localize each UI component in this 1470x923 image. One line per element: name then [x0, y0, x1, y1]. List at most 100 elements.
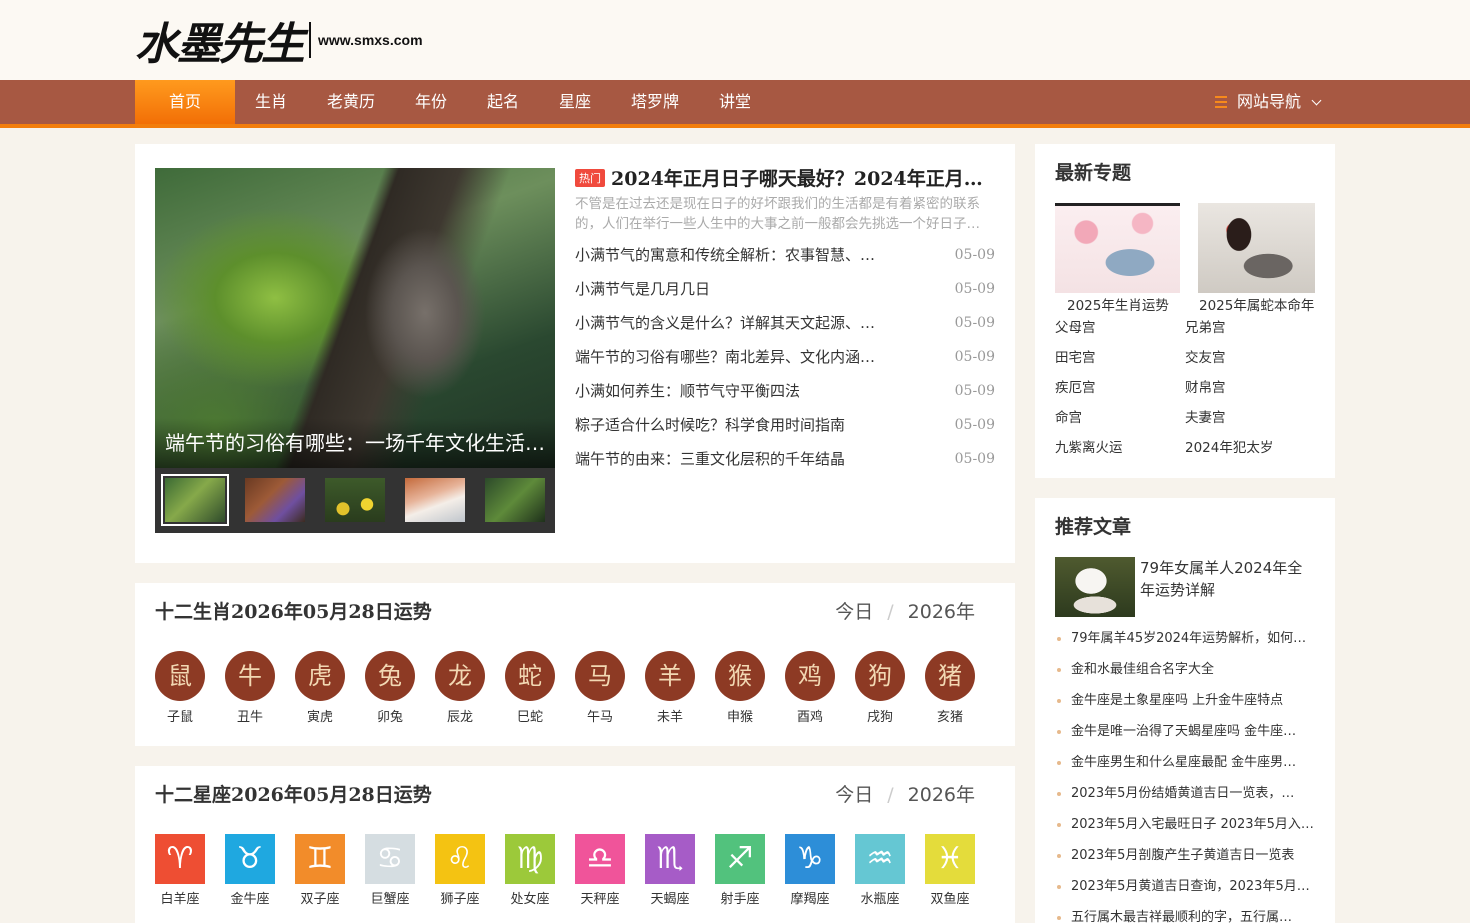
constellation-item[interactable]: ♒ 水瓶座	[855, 834, 905, 907]
zodiac-label[interactable]: 未羊	[645, 706, 695, 725]
list-item[interactable]: 2023年5月剖腹产生子黄道吉日一览表	[1055, 840, 1315, 871]
constellation-label[interactable]: 天秤座	[575, 888, 625, 907]
nav-item-naming[interactable]: 起名	[487, 80, 519, 124]
zodiac-animal-icon[interactable]: 猴	[715, 651, 765, 701]
zodiac-label[interactable]: 子鼠	[155, 706, 205, 725]
list-item[interactable]: 小满节气是几月几日 05-09	[575, 272, 995, 306]
tab-today[interactable]: 今日	[835, 601, 873, 623]
constellation-item[interactable]: ♊ 双子座	[295, 834, 345, 907]
zodiac-item[interactable]: 牛丑牛	[225, 651, 275, 725]
zodiac-item[interactable]: 鼠子鼠	[155, 651, 205, 725]
zodiac-animal-icon[interactable]: 龙	[435, 651, 485, 701]
headline-link[interactable]: 2024年正月日子哪天最好？2024年正月最…	[611, 164, 995, 191]
nav-item-constellation[interactable]: 星座	[559, 80, 591, 124]
zodiac-label[interactable]: 辰龙	[435, 706, 485, 725]
zodiac-label[interactable]: 戌狗	[855, 706, 905, 725]
constellation-label[interactable]: 白羊座	[155, 888, 205, 907]
constellation-item[interactable]: ♈ 白羊座	[155, 834, 205, 907]
news-title[interactable]: 粽子适合什么时候吃？科学食用时间指南	[575, 408, 845, 442]
list-item[interactable]: 端午节的由来：三重文化层积的千年结晶 05-09	[575, 442, 995, 476]
constellation-label[interactable]: 摩羯座	[785, 888, 835, 907]
news-title[interactable]: 端午节的由来：三重文化层积的千年结晶	[575, 442, 845, 476]
topic-caption[interactable]: 2025年生肖运势	[1067, 294, 1169, 314]
zodiac-item[interactable]: 猴申猴	[715, 651, 765, 725]
constellation-label[interactable]: 金牛座	[225, 888, 275, 907]
slide-thumbnail[interactable]	[161, 474, 229, 526]
list-item[interactable]: 小满节气的含义是什么？详解其天文起源、… 05-09	[575, 306, 995, 340]
constellation-label[interactable]: 巨蟹座	[365, 888, 415, 907]
constellation-item[interactable]: ♑ 摩羯座	[785, 834, 835, 907]
constellation-item[interactable]: ♐ 射手座	[715, 834, 765, 907]
list-item[interactable]: 2023年5月黄道吉日查询，2023年5月…	[1055, 871, 1315, 902]
nav-item-almanac[interactable]: 老黄历	[327, 80, 375, 124]
list-item[interactable]: 金和水最佳组合名字大全	[1055, 654, 1315, 685]
list-item[interactable]: 79年属羊45岁2024年运势解析，如何…	[1055, 623, 1315, 654]
topic-link[interactable]: 命宫	[1055, 408, 1185, 438]
site-guide-menu[interactable]: 网站导航	[1214, 80, 1322, 124]
zodiac-item[interactable]: 猪亥猪	[925, 651, 975, 725]
topic-link[interactable]: 田宅宫	[1055, 348, 1185, 378]
constellation-item[interactable]: ♎ 天秤座	[575, 834, 625, 907]
article-thumbnail[interactable]	[1055, 557, 1135, 617]
tab-today[interactable]: 今日	[835, 784, 873, 806]
constellation-item[interactable]: ♌ 狮子座	[435, 834, 485, 907]
topic-link[interactable]: 兄弟宫	[1185, 318, 1315, 348]
constellation-item[interactable]: ♋ 巨蟹座	[365, 834, 415, 907]
topic-link[interactable]: 九紫离火运	[1055, 438, 1185, 468]
zodiac-animal-icon[interactable]: 马	[575, 651, 625, 701]
zodiac-item[interactable]: 兔卯兔	[365, 651, 415, 725]
constellation-item[interactable]: ♏ 天蝎座	[645, 834, 695, 907]
constellation-sign-icon[interactable]: ♑	[785, 834, 835, 884]
constellation-sign-icon[interactable]: ♒	[855, 834, 905, 884]
zodiac-animal-icon[interactable]: 猪	[925, 651, 975, 701]
list-item[interactable]: 粽子适合什么时候吃？科学食用时间指南 05-09	[575, 408, 995, 442]
featured-article[interactable]: 79年女属羊人2024年全年运势详解	[1055, 557, 1315, 617]
zodiac-animal-icon[interactable]: 狗	[855, 651, 905, 701]
constellation-item[interactable]: ♉ 金牛座	[225, 834, 275, 907]
zodiac-item[interactable]: 鸡酉鸡	[785, 651, 835, 725]
list-item[interactable]: 金牛座男生和什么星座最配 金牛座男…	[1055, 747, 1315, 778]
constellation-sign-icon[interactable]: ♍	[505, 834, 555, 884]
topic-link[interactable]: 夫妻宫	[1185, 408, 1315, 438]
zodiac-animal-icon[interactable]: 鸡	[785, 651, 835, 701]
constellation-sign-icon[interactable]: ♎	[575, 834, 625, 884]
constellation-sign-icon[interactable]: ♋	[365, 834, 415, 884]
constellation-label[interactable]: 处女座	[505, 888, 555, 907]
zodiac-label[interactable]: 亥猪	[925, 706, 975, 725]
zodiac-animal-icon[interactable]: 兔	[365, 651, 415, 701]
zodiac-animal-icon[interactable]: 蛇	[505, 651, 555, 701]
constellation-item[interactable]: ♓ 双鱼座	[925, 834, 975, 907]
constellation-item[interactable]: ♍ 处女座	[505, 834, 555, 907]
list-item[interactable]: 小满如何养生：顺节气守平衡四法 05-09	[575, 374, 995, 408]
list-item[interactable]: 五行属木最吉祥最顺利的字，五行属…	[1055, 902, 1315, 923]
slide-thumbnail[interactable]	[325, 478, 385, 522]
list-item[interactable]: 小满节气的寓意和传统全解析：农事智慧、… 05-09	[575, 238, 995, 272]
zodiac-animal-icon[interactable]: 鼠	[155, 651, 205, 701]
nav-item-zodiac[interactable]: 生肖	[255, 80, 287, 124]
news-title[interactable]: 小满节气的寓意和传统全解析：农事智慧、…	[575, 238, 875, 272]
topic-link[interactable]: 疾厄宫	[1055, 378, 1185, 408]
zodiac-label[interactable]: 卯兔	[365, 706, 415, 725]
zodiac-item[interactable]: 虎寅虎	[295, 651, 345, 725]
constellation-sign-icon[interactable]: ♈	[155, 834, 205, 884]
nav-item-year[interactable]: 年份	[415, 80, 447, 124]
constellation-sign-icon[interactable]: ♊	[295, 834, 345, 884]
news-title[interactable]: 小满节气的含义是什么？详解其天文起源、…	[575, 306, 875, 340]
zodiac-animal-icon[interactable]: 牛	[225, 651, 275, 701]
slide-thumbnail[interactable]	[245, 478, 305, 522]
zodiac-animal-icon[interactable]: 羊	[645, 651, 695, 701]
constellation-label[interactable]: 水瓶座	[855, 888, 905, 907]
news-title[interactable]: 小满节气是几月几日	[575, 272, 710, 306]
constellation-sign-icon[interactable]: ♐	[715, 834, 765, 884]
zodiac-label[interactable]: 巳蛇	[505, 706, 555, 725]
constellation-sign-icon[interactable]: ♉	[225, 834, 275, 884]
constellation-label[interactable]: 双鱼座	[925, 888, 975, 907]
zodiac-label[interactable]: 寅虎	[295, 706, 345, 725]
constellation-sign-icon[interactable]: ♓	[925, 834, 975, 884]
topic-caption[interactable]: 2025年属蛇本命年	[1199, 294, 1314, 314]
zodiac-item[interactable]: 马午马	[575, 651, 625, 725]
list-item[interactable]: 端午节的习俗有哪些？南北差异、文化内涵… 05-09	[575, 340, 995, 374]
tab-year[interactable]: 2026年	[908, 784, 975, 806]
list-item[interactable]: 金牛是唯一治得了天蝎星座吗 金牛座…	[1055, 716, 1315, 747]
tab-year[interactable]: 2026年	[908, 601, 975, 623]
